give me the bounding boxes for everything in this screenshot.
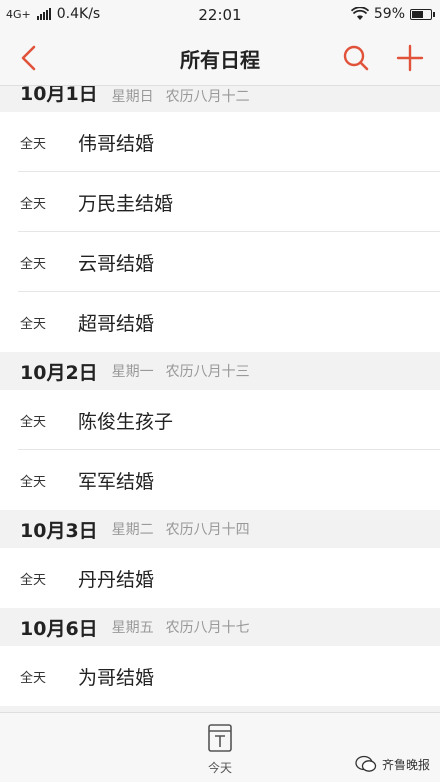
plus-icon[interactable] [394, 42, 426, 74]
event-title: 军军结婚 [78, 470, 155, 493]
event-item[interactable]: 全天 云哥结婚 [0, 232, 440, 292]
wifi-icon [350, 7, 369, 20]
nav-bar: 所有日程 [0, 30, 440, 86]
wechat-logo-icon [355, 755, 377, 772]
event-allday-label: 全天 [20, 572, 47, 588]
section-weekday: 星期一 [111, 364, 154, 380]
section-date: 10月1日 [20, 86, 98, 105]
today-button[interactable]: 今天 [196, 723, 244, 779]
chevron-left-icon[interactable] [14, 42, 46, 74]
section-weekday: 星期二 [111, 522, 154, 538]
event-allday-label: 全天 [20, 256, 47, 272]
event-allday-label: 全天 [20, 196, 47, 212]
battery-percent: 59% [373, 6, 405, 22]
event-item[interactable]: 全天 万民圭结婚 [0, 172, 440, 232]
battery-icon [410, 8, 435, 20]
event-title: 云哥结婚 [78, 252, 155, 275]
event-allday-label: 全天 [20, 474, 47, 490]
event-allday-label: 全天 [20, 316, 47, 332]
today-label: 今天 [207, 761, 232, 775]
section-date: 10月6日 [20, 617, 98, 640]
section-date: 10月3日 [20, 519, 98, 542]
event-allday-label: 全天 [20, 136, 47, 152]
event-title: 超哥结婚 [78, 312, 155, 335]
search-icon[interactable] [340, 42, 372, 74]
section-header: 10月2日 星期一 农历八月十三 [0, 352, 440, 390]
event-item[interactable]: 全天 军军结婚 [0, 450, 440, 510]
section-lunar-date: 农历八月十三 [165, 364, 250, 380]
event-allday-label: 全天 [20, 414, 47, 430]
event-item[interactable]: 全天 超哥结婚 [0, 292, 440, 352]
event-item[interactable]: 全天 为哥结婚 [0, 646, 440, 706]
section-weekday: 星期日 [111, 89, 154, 105]
section-lunar-date: 农历八月十七 [165, 620, 250, 636]
section-date: 10月2日 [20, 361, 98, 384]
section-lunar-date: 农历八月十二 [165, 89, 250, 105]
status-bar: 4G+ 0.4K/s 22:01 59% [0, 0, 440, 30]
watermark-text: 齐鲁晚报 [381, 757, 430, 772]
event-title: 万民圭结婚 [78, 192, 174, 215]
event-item[interactable]: 全天 陈俊生孩子 [0, 390, 440, 450]
section-weekday: 星期五 [111, 620, 154, 636]
section-lunar-date: 农历八月十四 [165, 522, 250, 538]
bottom-bar: 今天 齐鲁晚报 [0, 712, 440, 782]
event-title: 伟哥结婚 [78, 132, 155, 155]
event-title: 陈俊生孩子 [78, 410, 174, 433]
event-title: 丹丹结婚 [78, 568, 155, 591]
event-item[interactable]: 全天 丹丹结婚 [0, 548, 440, 608]
watermark: 齐鲁晚报 [355, 755, 430, 773]
event-item[interactable]: 全天 伟哥结婚 [0, 112, 440, 172]
section-header: 10月3日 星期二 农历八月十四 [0, 510, 440, 548]
section-header: 10月1日 星期日 农历八月十二 [0, 86, 440, 112]
event-title: 为哥结婚 [78, 666, 155, 689]
schedule-list[interactable]: 10月1日 星期日 农历八月十二 全天 伟哥结婚 全天 万民圭结婚 全天 云哥结… [0, 86, 440, 712]
page-title: 所有日程 [180, 48, 260, 72]
section-header: 10月6日 星期五 农历八月十七 [0, 608, 440, 646]
event-allday-label: 全天 [20, 670, 47, 686]
calendar-today-icon [208, 724, 232, 752]
status-right: 59% [350, 6, 435, 22]
